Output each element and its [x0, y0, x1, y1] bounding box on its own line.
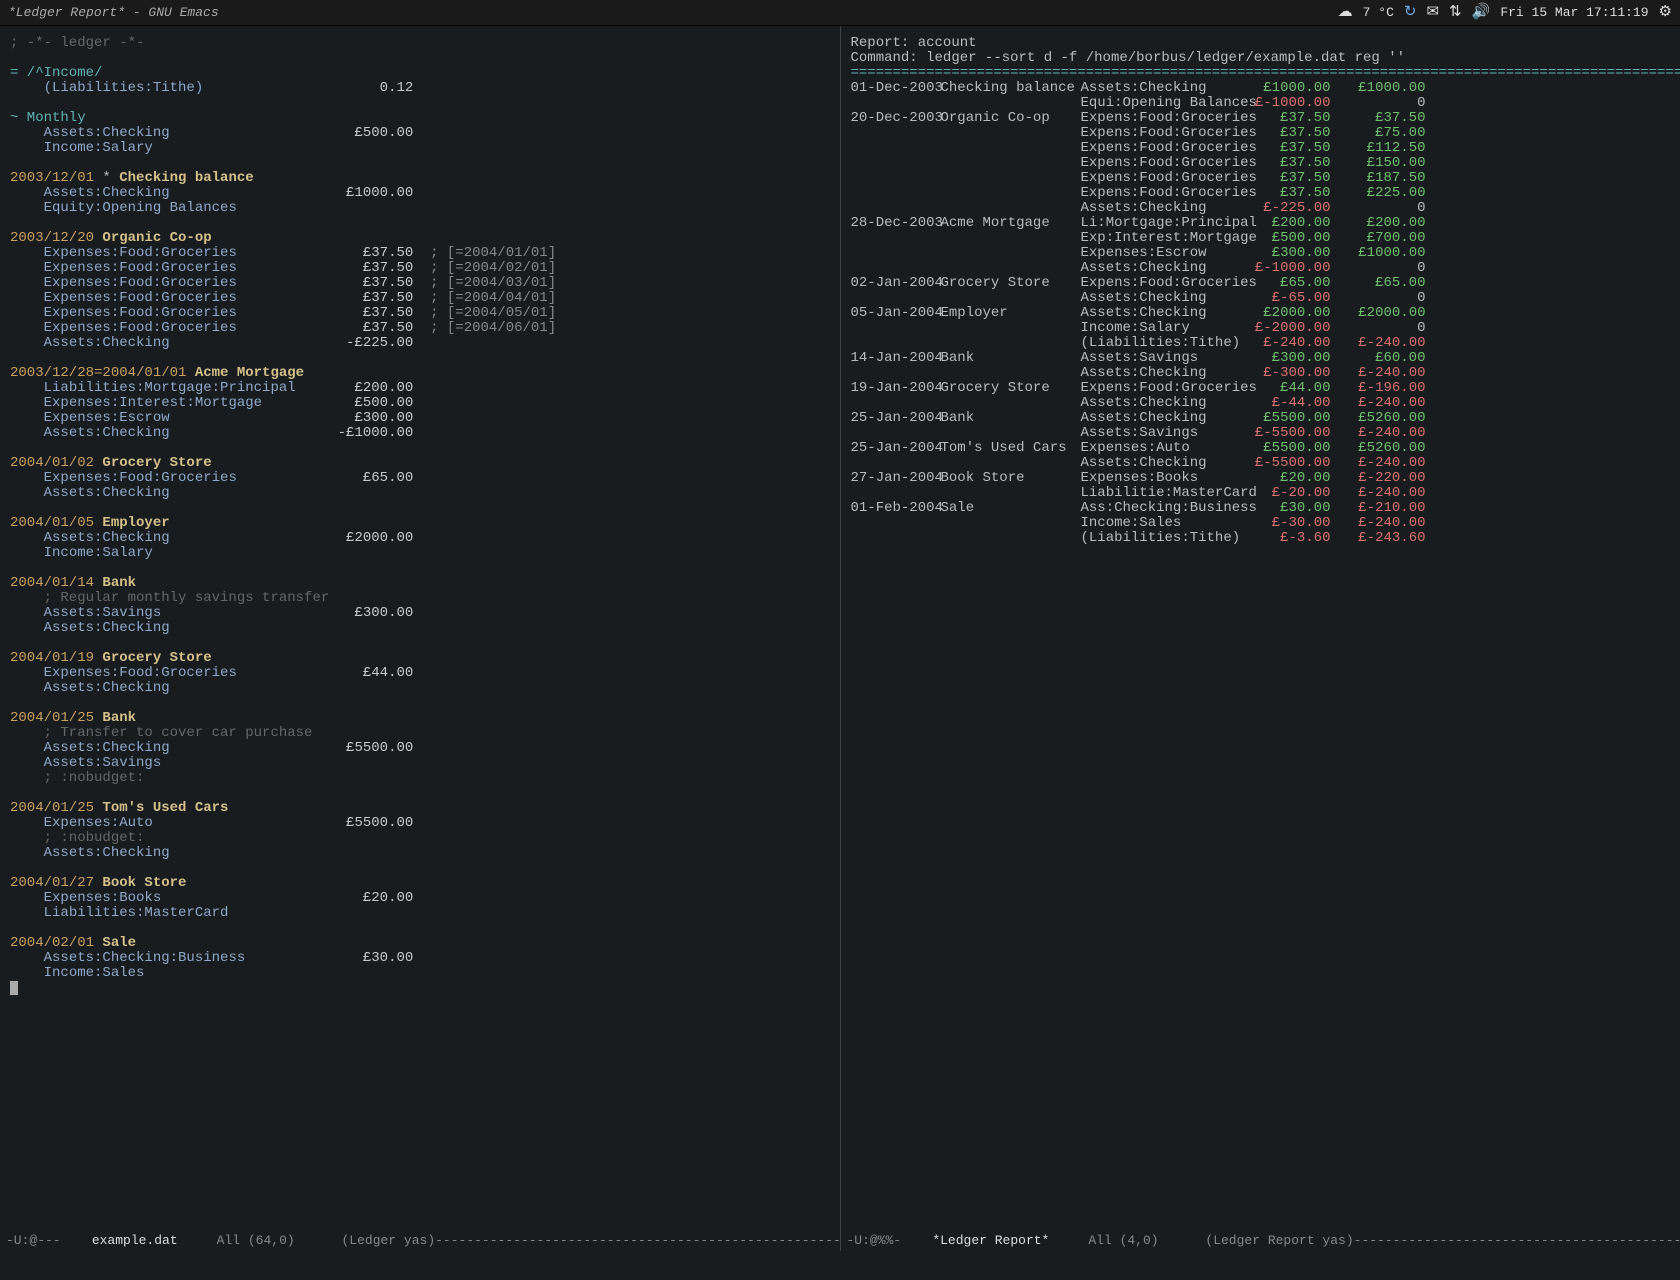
modeline-buffer-name: example.dat [92, 1233, 178, 1248]
report-row[interactable]: 05-Jan-2004Employer Assets:Checking £200… [851, 306, 1671, 321]
modeline-buffer-name: *Ledger Report* [932, 1233, 1049, 1248]
report-row[interactable]: Equi:Opening Balances£-1000.000 [851, 96, 1671, 111]
report-row[interactable]: Assets:Savings £-5500.00£-240.00 [851, 426, 1671, 441]
window-title: *Ledger Report* - GNU Emacs [8, 0, 219, 25]
report-row[interactable]: 01-Dec-2003Checking balance Assets:Check… [851, 81, 1671, 96]
report-row[interactable]: Expens:Food:Groceries£37.50£75.00 [851, 126, 1671, 141]
report-header-line: Report: account [851, 35, 977, 51]
report-command-line: Command: ledger --sort d -f /home/borbus… [851, 50, 1406, 66]
modeline-position: All (64,0) [217, 1233, 295, 1248]
report-row[interactable]: Assets:Checking £-225.000 [851, 201, 1671, 216]
report-row[interactable]: Assets:Checking £-5500.00£-240.00 [851, 456, 1671, 471]
modeline-position: All (4,0) [1088, 1233, 1158, 1248]
report-row[interactable]: Expens:Food:Groceries£37.50£187.50 [851, 171, 1671, 186]
left-pane[interactable]: ; -*- ledger -*- = /^Income/ (Liabilitie… [0, 26, 841, 1251]
report-row[interactable]: Income:Sales £-30.00£-240.00 [851, 516, 1671, 531]
report-row[interactable]: Liabilitie:MasterCard£-20.00£-240.00 [851, 486, 1671, 501]
report-row[interactable]: 20-Dec-2003Organic Co-op Expens:Food:Gro… [851, 111, 1671, 126]
report-row[interactable]: 19-Jan-2004Grocery Store Expens:Food:Gro… [851, 381, 1671, 396]
report-row[interactable]: Exp:Interest:Mortgage£500.00£700.00 [851, 231, 1671, 246]
titlebar: *Ledger Report* - GNU Emacs ☁ 7 °C ↻ ✉ ⇅… [0, 0, 1680, 26]
report-row[interactable]: Assets:Checking £-300.00£-240.00 [851, 366, 1671, 381]
clock: Fri 15 Mar 17:11:19 [1500, 0, 1648, 25]
cursor [10, 981, 18, 995]
refresh-icon[interactable]: ↻ [1404, 0, 1417, 25]
minibuffer[interactable] [0, 1251, 1680, 1280]
volume-icon[interactable]: 🔊 [1472, 0, 1491, 25]
report-row[interactable]: (Liabilities:Tithe) £-3.60£-243.60 [851, 531, 1671, 546]
report-row[interactable]: 27-Jan-2004Book Store Expenses:Books £20… [851, 471, 1671, 486]
report-row[interactable]: Income:Salary £-2000.000 [851, 321, 1671, 336]
modeline-mode: (Ledger Report yas) [1205, 1233, 1353, 1248]
left-modeline: -U:@--- example.dat All (64,0) (Ledger y… [0, 1231, 840, 1251]
report-row[interactable]: 28-Dec-2003Acme Mortgage Li:Mortgage:Pri… [851, 216, 1671, 231]
report-row[interactable]: Assets:Checking £-1000.000 [851, 261, 1671, 276]
ledger-report-buffer[interactable]: Report: account Command: ledger --sort d… [841, 26, 1680, 546]
report-row[interactable]: Expens:Food:Groceries£37.50£112.50 [851, 141, 1671, 156]
report-row[interactable]: Expens:Food:Groceries£37.50£150.00 [851, 156, 1671, 171]
report-row[interactable]: 25-Jan-2004Tom's Used Cars Expenses:Auto… [851, 441, 1671, 456]
report-row[interactable]: Assets:Checking £-65.000 [851, 291, 1671, 306]
report-row[interactable]: 14-Jan-2004Bank Assets:Savings £300.00£6… [851, 351, 1671, 366]
modeline-dashes: ----------------------------------------… [435, 1233, 840, 1248]
weather-text: 7 °C [1363, 0, 1394, 25]
modeline-flags: -U:@--- [6, 1233, 61, 1248]
report-row[interactable]: 01-Feb-2004Sale Ass:Checking:Business£30… [851, 501, 1671, 516]
modeline-mode: (Ledger yas) [342, 1233, 436, 1248]
system-tray: ☁ 7 °C ↻ ✉ ⇅ 🔊 Fri 15 Mar 17:11:19 ⚙ [1338, 0, 1672, 25]
ledger-source-buffer[interactable]: ; -*- ledger -*- = /^Income/ (Liabilitie… [0, 26, 840, 997]
network-icon[interactable]: ⇅ [1449, 0, 1462, 25]
workspace: ; -*- ledger -*- = /^Income/ (Liabilitie… [0, 26, 1680, 1251]
report-row[interactable]: 02-Jan-2004Grocery Store Expens:Food:Gro… [851, 276, 1671, 291]
report-row[interactable]: Expens:Food:Groceries£37.50£225.00 [851, 186, 1671, 201]
report-separator: ========================================… [851, 65, 1680, 81]
mail-icon[interactable]: ✉ [1426, 0, 1439, 25]
modeline-dashes: ----------------------------------------… [1354, 1233, 1680, 1248]
report-row[interactable]: (Liabilities:Tithe) £-240.00£-240.00 [851, 336, 1671, 351]
right-modeline: -U:@%%- *Ledger Report* All (4,0) (Ledge… [841, 1231, 1680, 1251]
report-row[interactable]: 25-Jan-2004Bank Assets:Checking £5500.00… [851, 411, 1671, 426]
report-row[interactable]: Expenses:Escrow £300.00£1000.00 [851, 246, 1671, 261]
report-row[interactable]: Assets:Checking £-44.00£-240.00 [851, 396, 1671, 411]
right-pane[interactable]: Report: account Command: ledger --sort d… [841, 26, 1680, 1251]
weather-icon: ☁ [1338, 0, 1353, 25]
modeline-flags: -U:@%%- [847, 1233, 902, 1248]
gear-icon[interactable]: ⚙ [1659, 0, 1672, 25]
